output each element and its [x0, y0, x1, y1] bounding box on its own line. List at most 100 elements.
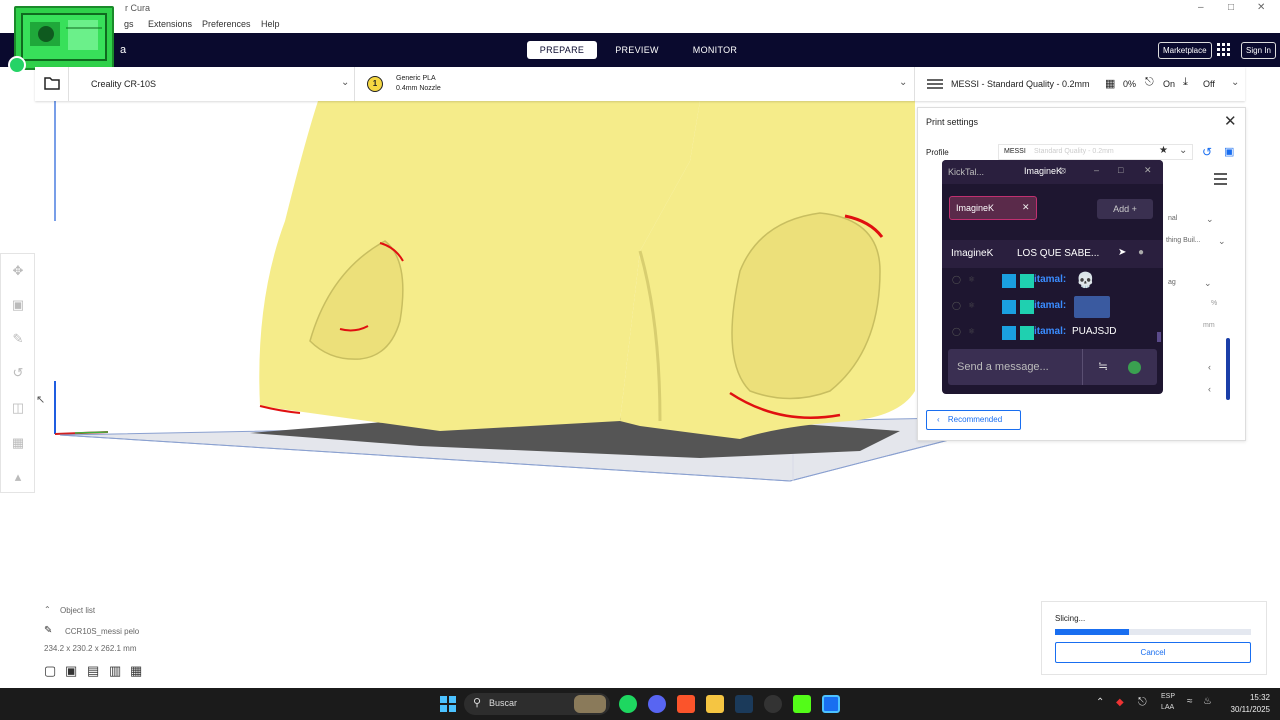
- object-list: ⌃ Object list ✎ CCR10S_messi pelo 234.2 …: [40, 603, 220, 683]
- recommended-button[interactable]: ‹ Recommended: [926, 410, 1021, 430]
- keyboard-layout[interactable]: LAA: [1161, 704, 1174, 711]
- chevron-left-icon: ‹: [937, 415, 940, 424]
- discord-icon[interactable]: [648, 695, 666, 713]
- message-username[interactable]: itamal:: [1034, 300, 1066, 311]
- cura-icon[interactable]: [822, 695, 840, 713]
- slicing-progress-fill: [1055, 629, 1130, 635]
- close-icon[interactable]: ✕: [1224, 112, 1237, 130]
- github-icon[interactable]: [764, 695, 782, 713]
- menu-item-preferences[interactable]: Preferences: [202, 19, 251, 29]
- setting-fragment-3: ag: [1168, 279, 1176, 286]
- view-3d-icon[interactable]: ▢: [44, 663, 56, 679]
- per-model-settings-icon[interactable]: ▦: [9, 434, 27, 452]
- mod-icon: ⚛: [968, 327, 976, 336]
- chat-input[interactable]: Send a message... ≒: [948, 349, 1157, 385]
- translate-icon[interactable]: ≒: [1098, 359, 1108, 373]
- message-username[interactable]: itamal:: [1034, 326, 1066, 337]
- tray-app-icon[interactable]: ◆: [1116, 697, 1124, 708]
- save-icon[interactable]: ▣: [1224, 145, 1234, 158]
- close-icon[interactable]: ✕: [1022, 202, 1030, 213]
- badge-icon: [1002, 326, 1016, 340]
- mirror-tool-icon[interactable]: ◫: [9, 399, 27, 417]
- chevron-down-icon: ⌄: [1179, 145, 1188, 156]
- spotify-icon[interactable]: [619, 695, 637, 713]
- close-window-button[interactable]: ✕: [1257, 2, 1265, 13]
- channel-tab[interactable]: ImagineK: [1024, 166, 1062, 176]
- settings-scrollbar[interactable]: [1226, 338, 1230, 400]
- add-channel-button[interactable]: Add +: [1097, 199, 1153, 219]
- infill-icon: ▦: [1105, 78, 1116, 90]
- message-username[interactable]: itamal:: [1034, 274, 1066, 285]
- menu-item-help[interactable]: Help: [261, 19, 280, 29]
- chat-input-placeholder: Send a message...: [957, 361, 1049, 373]
- emoji-icon[interactable]: [1128, 361, 1141, 374]
- channel-pill[interactable]: ImagineK ✕: [949, 196, 1037, 220]
- chevron-up-icon[interactable]: ⌃: [44, 605, 51, 614]
- steam-icon[interactable]: [735, 695, 753, 713]
- chevron-left-icon[interactable]: ‹: [1208, 362, 1211, 372]
- brave-icon[interactable]: [677, 695, 695, 713]
- pencil-icon[interactable]: ✎: [44, 625, 52, 636]
- profile-dropdown[interactable]: MESSI Standard Quality - 0.2mm ★ ⌄: [998, 144, 1193, 160]
- reset-icon[interactable]: ↺: [1202, 145, 1212, 159]
- wifi-icon[interactable]: ≈: [1187, 696, 1193, 707]
- kick-chat-popout: KickTal... ImagineK ⦻ – □ ✕ ImagineK ✕ A…: [942, 160, 1163, 394]
- app-tab[interactable]: KickTal...: [948, 167, 984, 177]
- minimize-button[interactable]: –: [1198, 2, 1204, 13]
- sub-badge-icon: [1020, 300, 1034, 314]
- file-explorer-icon[interactable]: [706, 695, 724, 713]
- chevron-up-icon[interactable]: ⌃: [1096, 697, 1104, 708]
- input-divider: [1082, 349, 1083, 385]
- clock-date[interactable]: 30/11/2025: [1220, 705, 1270, 714]
- tab-preview[interactable]: PREVIEW: [607, 41, 667, 59]
- kick-icon[interactable]: [793, 695, 811, 713]
- printer-selector[interactable]: Creality CR-10S ⌄: [79, 67, 355, 101]
- maximize-button[interactable]: □: [1228, 2, 1234, 13]
- cancel-button[interactable]: Cancel: [1055, 642, 1251, 663]
- close-icon[interactable]: ✕: [1144, 165, 1152, 176]
- microphone-icon[interactable]: ⎋: [1138, 696, 1147, 709]
- volume-icon[interactable]: ♨: [1203, 696, 1212, 707]
- rotate-tool-icon[interactable]: ✎: [9, 330, 27, 348]
- print-setup-selector[interactable]: MESSI - Standard Quality - 0.2mm ▦ 0% ⎋ …: [915, 67, 1245, 101]
- user-icon[interactable]: ●: [1138, 247, 1144, 258]
- view-front-icon[interactable]: ▣: [65, 663, 77, 679]
- prepare-toolbar: Creality CR-10S ⌄ 1 Generic PLA 0.4mm No…: [35, 67, 1245, 101]
- chat-message: ◯ ⚛ itamal:: [948, 296, 1158, 318]
- language-indicator[interactable]: ESP: [1161, 693, 1175, 700]
- view-right-icon[interactable]: ▦: [130, 663, 142, 679]
- chat-scrollbar[interactable]: [1157, 332, 1161, 342]
- marketplace-button[interactable]: Marketplace: [1158, 42, 1212, 59]
- chevron-down-icon: ⌄: [899, 77, 908, 88]
- search-icon: ⚲: [473, 697, 482, 709]
- title-bar: r Cura – □ ✕: [0, 0, 1280, 16]
- pin-icon[interactable]: ➤: [1118, 247, 1126, 258]
- tab-monitor[interactable]: MONITOR: [685, 41, 745, 59]
- view-left-icon[interactable]: ▥: [109, 663, 121, 679]
- open-file-button[interactable]: [35, 67, 69, 101]
- object-list-title[interactable]: Object list: [60, 606, 95, 615]
- windows-start-icon[interactable]: [440, 696, 456, 712]
- chevron-left-icon[interactable]: ‹: [1208, 384, 1211, 394]
- maximize-icon[interactable]: □: [1118, 165, 1123, 175]
- support-blocker-icon[interactable]: ▴: [9, 468, 27, 486]
- undo-rotate-icon[interactable]: ↺: [9, 364, 27, 382]
- object-dimensions: 234.2 x 230.2 x 262.1 mm: [44, 644, 137, 653]
- minimize-icon[interactable]: –: [1094, 165, 1099, 175]
- tab-close-icon[interactable]: ⦻: [1060, 165, 1066, 176]
- material-selector[interactable]: 1 Generic PLA 0.4mm Nozzle ⌄: [355, 67, 915, 101]
- taskbar-search[interactable]: ⚲ Buscar: [464, 693, 610, 715]
- sign-in-button[interactable]: Sign In: [1241, 42, 1276, 59]
- setting-fragment-5: mm: [1203, 322, 1215, 329]
- view-top-icon[interactable]: ▤: [87, 663, 99, 679]
- menu-item-settings[interactable]: gs: [124, 19, 134, 29]
- scale-tool-icon[interactable]: ▣: [9, 296, 27, 314]
- clock-time[interactable]: 15:32: [1220, 693, 1270, 702]
- star-icon[interactable]: ★: [1159, 145, 1168, 156]
- menu-item-extensions[interactable]: Extensions: [148, 19, 192, 29]
- menu-icon[interactable]: [1214, 173, 1227, 185]
- recommended-label: Recommended: [947, 415, 1003, 424]
- tab-prepare[interactable]: PREPARE: [527, 41, 597, 59]
- apps-grid-icon[interactable]: [1217, 43, 1231, 57]
- move-tool-icon[interactable]: ✥: [9, 262, 27, 280]
